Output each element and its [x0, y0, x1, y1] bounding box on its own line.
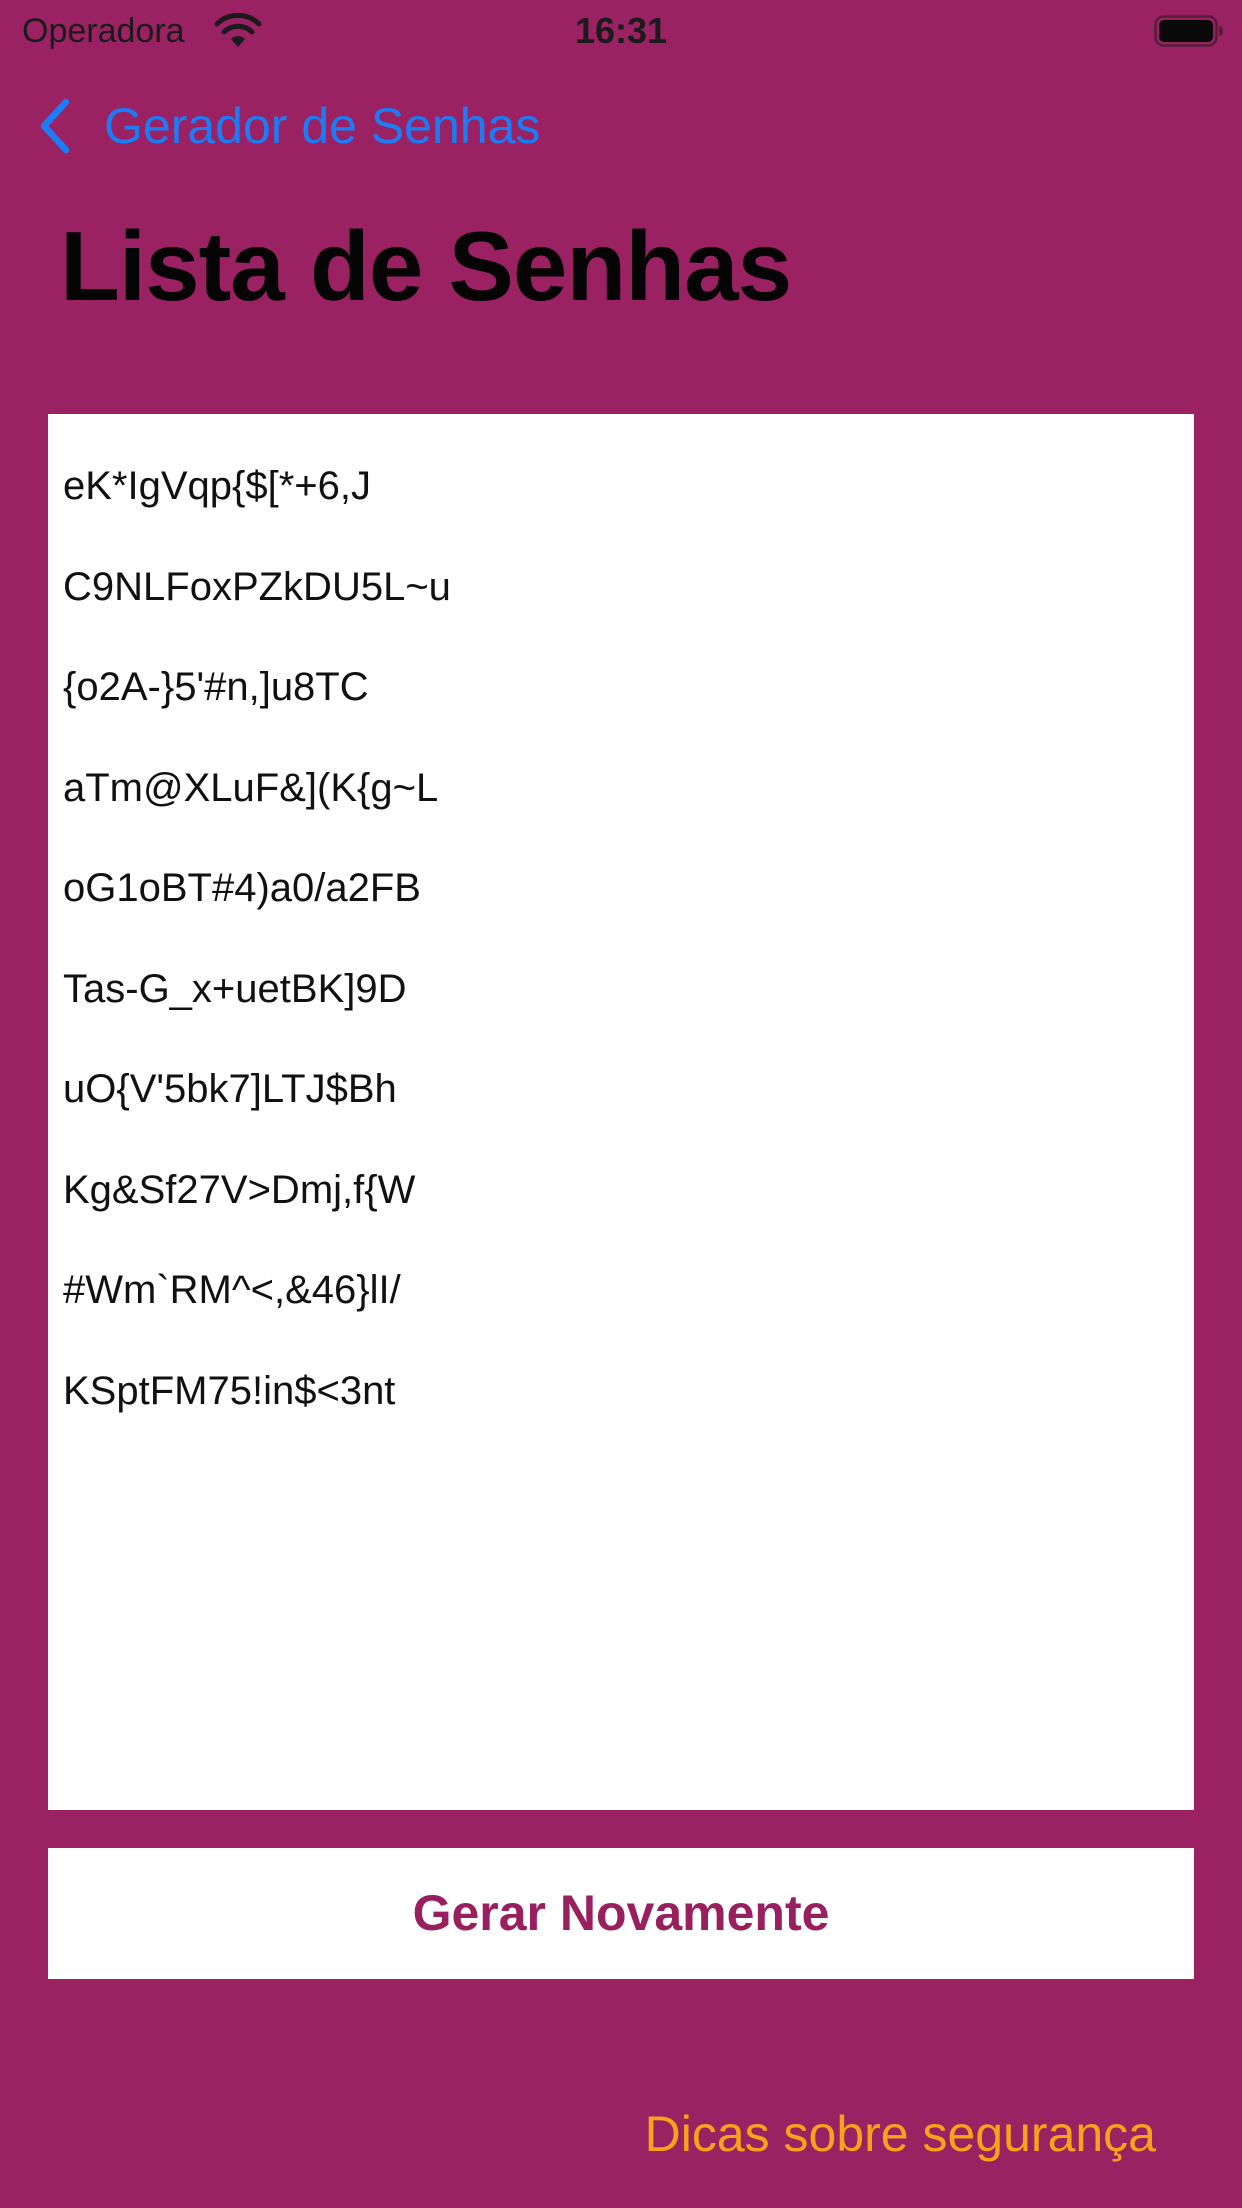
password-list[interactable]: eK*IgVqp{$[*+6,J C9NLFoxPZkDU5L~u {o2A-}…: [48, 414, 1194, 1810]
password-item: KSptFM75!in$<3nt: [63, 1368, 396, 1413]
back-button-label: Gerador de Senhas: [104, 98, 541, 154]
password-item: eK*IgVqp{$[*+6,J: [63, 464, 372, 508]
page-title: Lista de Senhas: [60, 211, 792, 321]
regenerate-button[interactable]: Gerar Novamente: [48, 1848, 1194, 1979]
chevron-left-icon: [40, 98, 70, 154]
password-item: C9NLFoxPZkDU5L~u: [63, 564, 451, 609]
password-item: #Wm`RM^<,&46}lI/: [63, 1268, 401, 1312]
status-time: 16:31: [574, 10, 668, 51]
password-item: oG1oBT#4)a0/a2FB: [63, 866, 421, 910]
password-item: aTm@XLuF&](K{g~L: [63, 765, 439, 810]
back-button[interactable]: Gerador de Senhas: [36, 96, 540, 156]
security-tips-link[interactable]: Dicas sobre segurança: [645, 2104, 1156, 2164]
battery-icon: [1154, 15, 1223, 47]
password-item: Tas-G_x+uetBK]9D: [63, 966, 407, 1011]
password-item: Kg&Sf27V>Dmj,f{W: [63, 1167, 416, 1212]
password-item: uO{V'5bk7]LTJ$Bh: [63, 1067, 397, 1111]
password-item: {o2A-}5'#n,]u8TC: [63, 665, 369, 709]
status-bar: Operadora 16:31: [0, 0, 1242, 62]
